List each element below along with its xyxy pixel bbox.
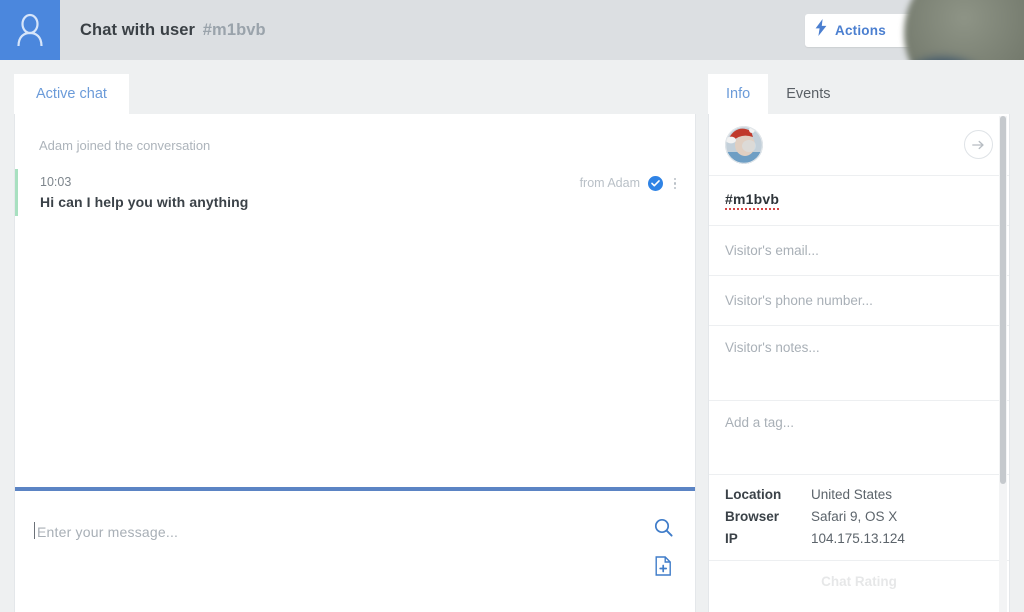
tab-events-label: Events (786, 86, 831, 102)
chat-tabs: Active chat (14, 74, 696, 114)
lightning-bolt-icon (815, 19, 827, 41)
system-message: Adam joined the conversation (39, 138, 211, 153)
detail-value: United States (811, 487, 893, 502)
message-content: 10:03 Hi can I help you with anything (40, 175, 580, 210)
arrow-right-circle-icon[interactable] (964, 130, 993, 159)
page-title-user-id: #m1bvb (202, 20, 266, 39)
visitor-name-field[interactable]: #m1bvb (709, 176, 1009, 226)
info-panel-scrollbar[interactable] (999, 116, 1007, 612)
detail-row-browser: Browser Safari 9, OS X (725, 509, 993, 524)
tab-active-chat-label: Active chat (36, 86, 107, 102)
message-author: from Adam (579, 176, 640, 190)
message-composer[interactable]: Enter your message... (14, 491, 696, 612)
kebab-menu-icon[interactable] (673, 176, 677, 191)
tab-info[interactable]: Info (708, 74, 769, 114)
detail-value: Safari 9, OS X (811, 509, 898, 524)
scrollbar-thumb[interactable] (1000, 116, 1006, 484)
actions-button-label: Actions (835, 22, 886, 38)
message-meta: from Adam (580, 175, 677, 210)
detail-key: IP (725, 531, 738, 546)
detail-key: Location (725, 487, 782, 502)
info-panel: Info Events #m1bvb Visitor's email... Vi… (708, 74, 1010, 612)
text-caret (34, 522, 35, 539)
page-title: Chat with user #m1bvb (80, 21, 266, 40)
tab-active-chat[interactable]: Active chat (14, 74, 129, 114)
chat-application-window: Chat with user #m1bvb Actions Active cha… (0, 0, 1024, 612)
chat-rating-label: Chat Rating (821, 573, 897, 589)
visitor-tag-field[interactable]: Add a tag... (709, 401, 1009, 475)
chat-message-list: Adam joined the conversation 10:03 Hi ca… (14, 114, 696, 487)
header-user-avatar (0, 0, 60, 60)
tab-info-label: Info (726, 86, 751, 102)
check-circle-icon (648, 176, 663, 191)
visitor-email-field[interactable]: Visitor's email... (709, 226, 1009, 276)
detail-value: 104.175.13.124 (811, 531, 905, 546)
chat-rating-section[interactable]: Chat Rating (709, 561, 1009, 601)
visitor-email-placeholder: Visitor's email... (725, 243, 819, 258)
visitor-avatar-row (709, 114, 1009, 176)
visitor-phone-field[interactable]: Visitor's phone number... (709, 276, 1009, 326)
detail-row-location: Location United States (725, 487, 993, 502)
message-input-placeholder: Enter your message... (37, 524, 179, 540)
search-icon[interactable] (654, 518, 673, 542)
tab-events[interactable]: Events (768, 74, 848, 114)
visitor-phone-placeholder: Visitor's phone number... (725, 293, 873, 308)
visitor-notes-field[interactable]: Visitor's notes... (709, 326, 1009, 402)
page-title-text: Chat with user (80, 20, 196, 39)
user-outline-icon (15, 13, 45, 47)
visitor-details: Location United States Browser Safari 9,… (709, 475, 1009, 561)
info-tabs: Info Events (708, 74, 1010, 114)
chat-panel: Active chat Adam joined the conversation… (14, 74, 696, 612)
detail-row-ip: IP 104.175.13.124 (725, 531, 993, 546)
add-file-icon[interactable] (655, 556, 672, 581)
info-panel-body: #m1bvb Visitor's email... Visitor's phon… (708, 114, 1010, 612)
message-item[interactable]: 10:03 Hi can I help you with anything fr… (15, 169, 695, 216)
visitor-avatar-santa-hat (725, 125, 763, 164)
visitor-notes-placeholder: Visitor's notes... (725, 340, 820, 355)
visitor-name-value: #m1bvb (725, 191, 780, 210)
message-timestamp: 10:03 (40, 175, 72, 189)
detail-key: Browser (725, 509, 780, 524)
window-header: Chat with user #m1bvb Actions (0, 0, 1024, 108)
composer-actions (654, 518, 673, 595)
message-text: Hi can I help you with anything (40, 194, 249, 210)
add-tag-placeholder: Add a tag... (725, 415, 795, 430)
main-content: Active chat Adam joined the conversation… (0, 60, 1024, 612)
